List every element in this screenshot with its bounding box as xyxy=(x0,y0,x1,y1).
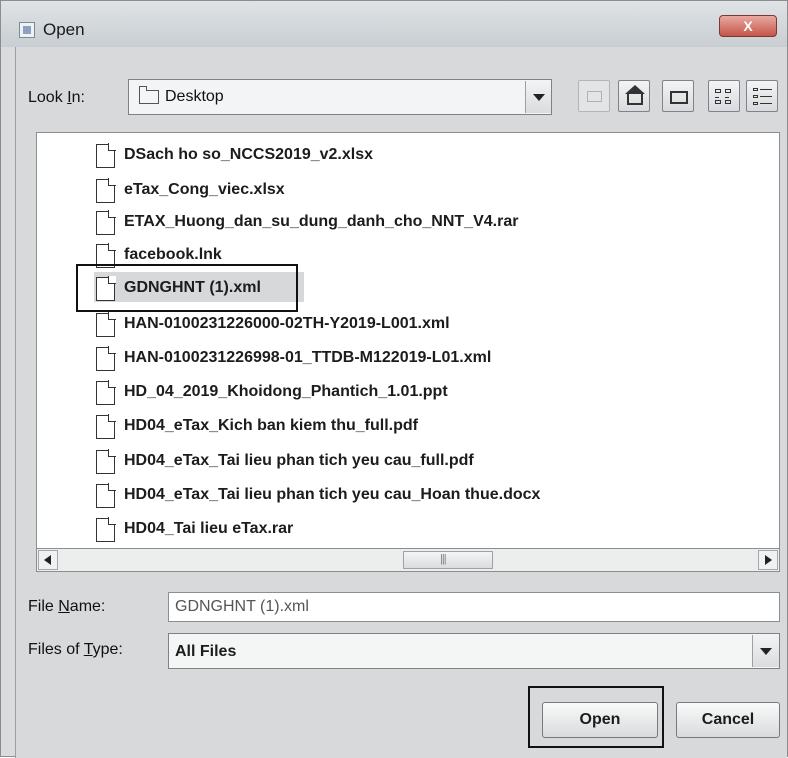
home-icon xyxy=(625,85,645,105)
file-name-input[interactable] xyxy=(168,592,780,622)
window-title: Open xyxy=(43,20,85,39)
title-bar[interactable]: Open X xyxy=(1,1,787,47)
new-folder-icon xyxy=(670,91,688,104)
file-icon xyxy=(96,517,116,542)
file-icon xyxy=(96,178,116,203)
file-name-label: File Name: xyxy=(28,598,106,615)
create-new-folder-button[interactable] xyxy=(662,80,694,112)
file-icon xyxy=(96,380,116,405)
scrollbar-thumb[interactable] xyxy=(403,551,493,569)
list-view-button[interactable] xyxy=(708,80,740,112)
file-icon xyxy=(96,449,116,474)
file-icon xyxy=(96,483,116,508)
file-icon xyxy=(96,210,116,235)
chevron-down-icon[interactable] xyxy=(752,635,779,667)
file-icon xyxy=(96,312,116,337)
look-in-combobox[interactable]: Desktop xyxy=(128,79,552,115)
close-button[interactable]: X xyxy=(719,15,777,37)
horizontal-scrollbar[interactable] xyxy=(36,548,780,572)
file-icon xyxy=(96,346,116,371)
files-of-type-label: Files of Type: xyxy=(28,641,123,658)
details-view-icon xyxy=(753,88,773,106)
details-view-button[interactable] xyxy=(746,80,778,112)
files-of-type-value: All Files xyxy=(175,643,237,660)
file-icon xyxy=(96,414,116,439)
java-app-icon xyxy=(19,22,35,38)
open-button[interactable]: Open xyxy=(542,702,658,738)
file-icon xyxy=(96,143,116,168)
scroll-right-arrow-icon[interactable] xyxy=(758,550,778,570)
up-folder-icon xyxy=(587,91,602,102)
cancel-button[interactable]: Cancel xyxy=(676,702,780,738)
look-in-value: Desktop xyxy=(165,88,224,105)
folder-icon xyxy=(139,86,159,104)
home-button[interactable] xyxy=(618,80,650,112)
scroll-left-arrow-icon[interactable] xyxy=(38,550,58,570)
up-one-level-button[interactable] xyxy=(578,80,610,112)
list-view-icon xyxy=(715,88,735,106)
files-of-type-combobox[interactable]: All Files xyxy=(168,633,780,669)
look-in-label: Look In: xyxy=(28,89,85,106)
chevron-down-icon[interactable] xyxy=(525,81,551,113)
annotation-box-selected-file xyxy=(76,264,298,312)
